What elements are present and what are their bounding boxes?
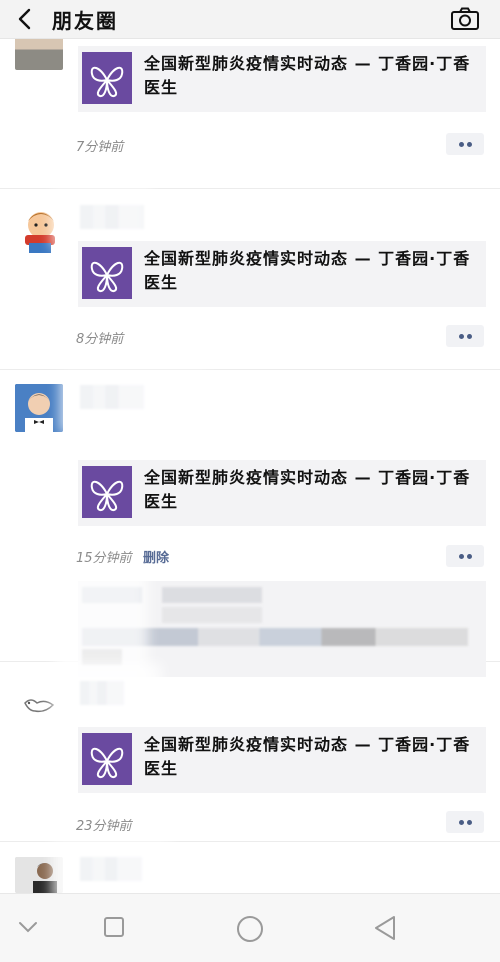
blurred-comment [162, 607, 262, 623]
camera-icon[interactable] [450, 7, 480, 31]
blurred-comment [162, 587, 262, 603]
circle-home-icon[interactable] [236, 915, 264, 943]
system-nav-bar [0, 893, 500, 962]
link-card[interactable]: 全国新型肺炎疫情实时动态 — 丁香园·丁香医生 [78, 727, 486, 793]
square-recent-icon[interactable] [103, 916, 125, 938]
link-title: 全国新型肺炎疫情实时动态 — 丁香园·丁香医生 [144, 735, 471, 778]
child-photo-avatar-icon [15, 384, 63, 432]
dot [467, 142, 472, 147]
avatar[interactable] [15, 38, 63, 70]
page-title: 朋友圈 [52, 9, 118, 33]
post: 全国新型肺炎疫情实时动态 — 丁香园·丁香医生 7分钟前 [0, 38, 500, 189]
triangle-back-icon[interactable] [372, 914, 398, 942]
post: 全国新型肺炎疫情实时动态 — 丁香园·丁香医生 23分钟前 [0, 661, 500, 842]
post [0, 841, 500, 893]
blur-overlay [60, 373, 210, 433]
post-time: 8分钟前 [76, 332, 124, 347]
more-button[interactable] [446, 325, 484, 347]
post: 全国新型肺炎疫情实时动态 — 丁香园·丁香医生 15分钟前 删除 [0, 369, 500, 691]
dot [459, 554, 464, 559]
link-card[interactable]: 全国新型肺炎疫情实时动态 — 丁香园·丁香医生 [78, 46, 486, 112]
post-time: 23分钟前 [76, 819, 132, 834]
chevron-down-icon[interactable] [18, 920, 38, 934]
post-time: 7分钟前 [76, 140, 124, 155]
dot [467, 554, 472, 559]
more-button[interactable] [446, 545, 484, 567]
dot [459, 820, 464, 825]
link-title: 全国新型肺炎疫情实时动态 — 丁香园·丁香医生 [144, 54, 471, 97]
dot [467, 334, 472, 339]
moments-feed: 全国新型肺炎疫情实时动态 — 丁香园·丁香医生 7分钟前 全国新型肺炎疫情实时动… [0, 38, 500, 893]
link-card[interactable]: 全国新型肺炎疫情实时动态 — 丁香园·丁香医生 [78, 241, 486, 307]
dot [467, 820, 472, 825]
post: 全国新型肺炎疫情实时动态 — 丁香园·丁香医生 8分钟前 [0, 189, 500, 370]
link-title: 全国新型肺炎疫情实时动态 — 丁香园·丁香医生 [144, 249, 471, 292]
blur-overlay [52, 189, 152, 249]
butterfly-logo-icon [82, 466, 132, 518]
dot [459, 334, 464, 339]
avatar[interactable] [15, 384, 63, 432]
link-title: 全国新型肺炎疫情实时动态 — 丁香园·丁香医生 [144, 468, 471, 511]
butterfly-logo-icon [82, 733, 132, 785]
dot [459, 142, 464, 147]
butterfly-logo-icon [82, 52, 132, 104]
delete-link[interactable]: 删除 [143, 547, 169, 566]
link-card[interactable]: 全国新型肺炎疫情实时动态 — 丁香园·丁香医生 [78, 460, 486, 526]
more-button[interactable] [446, 811, 484, 833]
butterfly-logo-icon [82, 247, 132, 299]
post-time: 15分钟前 [76, 551, 132, 566]
blur-overlay [52, 841, 172, 893]
top-bar: 朋友圈 [0, 0, 500, 39]
chevron-left-icon[interactable] [14, 8, 36, 30]
more-button[interactable] [446, 133, 484, 155]
